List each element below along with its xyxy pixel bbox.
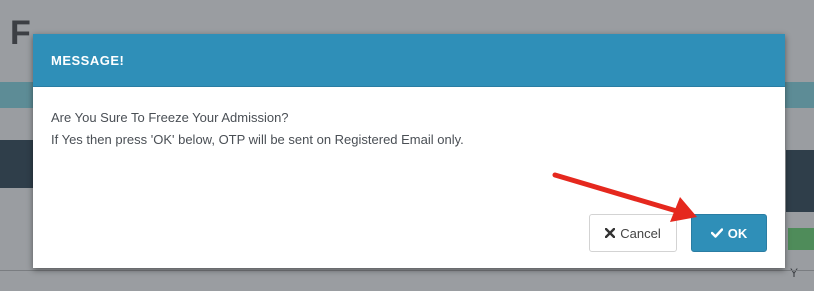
dialog-title: MESSAGE!	[51, 52, 125, 68]
cancel-button-label: Cancel	[620, 225, 661, 241]
dialog-instruction: If Yes then press 'OK' below, OTP will b…	[51, 132, 464, 147]
dialog-body: Are You Sure To Freeze Your Admission? I…	[33, 87, 785, 151]
confirm-dialog: MESSAGE! Are You Sure To Freeze Your Adm…	[33, 34, 785, 268]
background-panel-left	[0, 140, 34, 188]
background-green-button	[788, 228, 814, 250]
dialog-question: Are You Sure To Freeze Your Admission?	[51, 110, 289, 125]
background-panel-right	[786, 150, 814, 212]
cancel-button[interactable]: Cancel	[589, 214, 677, 252]
dialog-footer: Cancel OK	[589, 214, 767, 252]
ok-button-label: OK	[727, 225, 748, 241]
times-icon	[605, 228, 616, 238]
dialog-header: MESSAGE!	[33, 34, 785, 87]
background-right-text: Y	[790, 266, 799, 280]
background-divider	[0, 270, 814, 271]
background-title: F	[10, 14, 32, 52]
check-icon	[710, 228, 723, 238]
ok-button[interactable]: OK	[691, 214, 767, 252]
